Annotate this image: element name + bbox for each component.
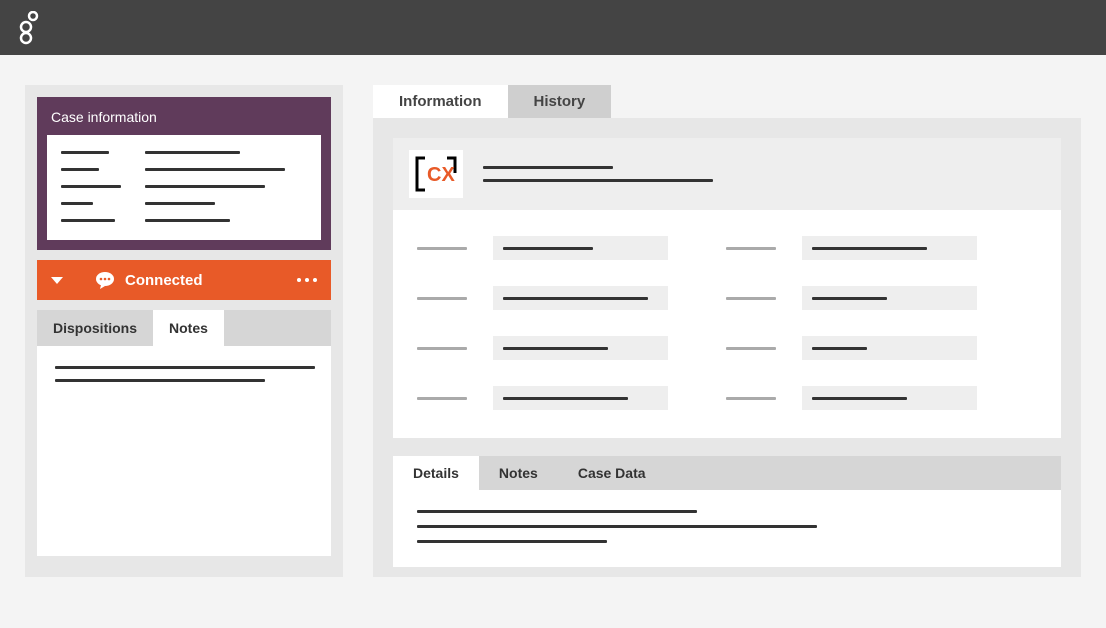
subtab-details[interactable]: Details: [393, 456, 479, 490]
notes-panel: [37, 346, 331, 556]
data-field: [726, 236, 977, 260]
sub-tabs: Details Notes Case Data: [393, 456, 1061, 490]
cx-logo-icon: CX: [409, 150, 463, 198]
field-value-box[interactable]: [493, 336, 668, 360]
placeholder-text: [483, 166, 613, 169]
field-label: [726, 347, 776, 350]
app-logo-icon: [18, 11, 40, 45]
data-field: [417, 386, 668, 410]
field-label: [417, 347, 467, 350]
placeholder-text: [145, 219, 230, 222]
field-label: [726, 247, 776, 250]
workspace: Case information: [0, 55, 1106, 587]
case-header-text: [483, 166, 713, 182]
field-label: [726, 397, 776, 400]
data-field: [417, 236, 668, 260]
data-field: [726, 336, 977, 360]
chat-icon: [95, 271, 115, 289]
more-options-icon[interactable]: [297, 278, 317, 282]
placeholder-text: [145, 168, 285, 171]
placeholder-text: [483, 179, 713, 182]
placeholder-text: [55, 366, 315, 369]
case-info-body: [47, 135, 321, 240]
right-panel: Information History CX: [373, 85, 1081, 577]
field-value-box[interactable]: [802, 386, 977, 410]
tab-information[interactable]: Information: [373, 85, 508, 118]
left-tabs: Dispositions Notes: [37, 310, 331, 346]
tab-dispositions[interactable]: Dispositions: [37, 310, 153, 346]
main-tabs: Information History: [373, 85, 1081, 118]
field-label: [417, 297, 467, 300]
status-label: Connected: [125, 272, 203, 289]
field-label: [726, 297, 776, 300]
subtab-case-data[interactable]: Case Data: [558, 456, 666, 490]
information-container: CX: [373, 118, 1081, 577]
case-info-card: Case information: [37, 97, 331, 250]
data-field: [417, 286, 668, 310]
data-field: [726, 286, 977, 310]
status-content: Connected: [95, 271, 203, 289]
placeholder-text: [417, 510, 697, 513]
placeholder-text: [145, 185, 265, 188]
chevron-down-icon[interactable]: [51, 277, 63, 284]
placeholder-text: [55, 379, 265, 382]
data-field: [417, 336, 668, 360]
placeholder-text: [61, 202, 93, 205]
placeholder-text: [145, 202, 215, 205]
details-panel: [393, 490, 1061, 567]
field-value-box[interactable]: [493, 236, 668, 260]
field-value-box[interactable]: [493, 286, 668, 310]
placeholder-text: [417, 540, 607, 543]
case-info-title: Case information: [47, 109, 321, 125]
subtab-notes[interactable]: Notes: [479, 456, 558, 490]
case-info-col-left: [61, 151, 121, 222]
field-value-box[interactable]: [493, 386, 668, 410]
placeholder-text: [145, 151, 240, 154]
case-header: CX: [393, 138, 1061, 210]
field-value-box[interactable]: [802, 286, 977, 310]
case-info-col-right: [145, 151, 285, 222]
data-row: [417, 236, 1037, 260]
tab-history[interactable]: History: [508, 85, 612, 118]
data-row: [417, 336, 1037, 360]
data-field: [726, 386, 977, 410]
tab-notes[interactable]: Notes: [153, 310, 224, 346]
left-panel: Case information: [25, 85, 343, 577]
svg-text:CX: CX: [427, 164, 455, 186]
field-label: [417, 397, 467, 400]
data-row: [417, 286, 1037, 310]
placeholder-text: [61, 151, 109, 154]
top-bar: [0, 0, 1106, 55]
placeholder-text: [61, 185, 121, 188]
placeholder-text: [61, 219, 115, 222]
placeholder-text: [417, 525, 817, 528]
data-fields-section: [393, 210, 1061, 438]
connection-status-bar[interactable]: Connected: [37, 260, 331, 300]
field-label: [417, 247, 467, 250]
field-value-box[interactable]: [802, 336, 977, 360]
field-value-box[interactable]: [802, 236, 977, 260]
data-row: [417, 386, 1037, 410]
placeholder-text: [61, 168, 99, 171]
